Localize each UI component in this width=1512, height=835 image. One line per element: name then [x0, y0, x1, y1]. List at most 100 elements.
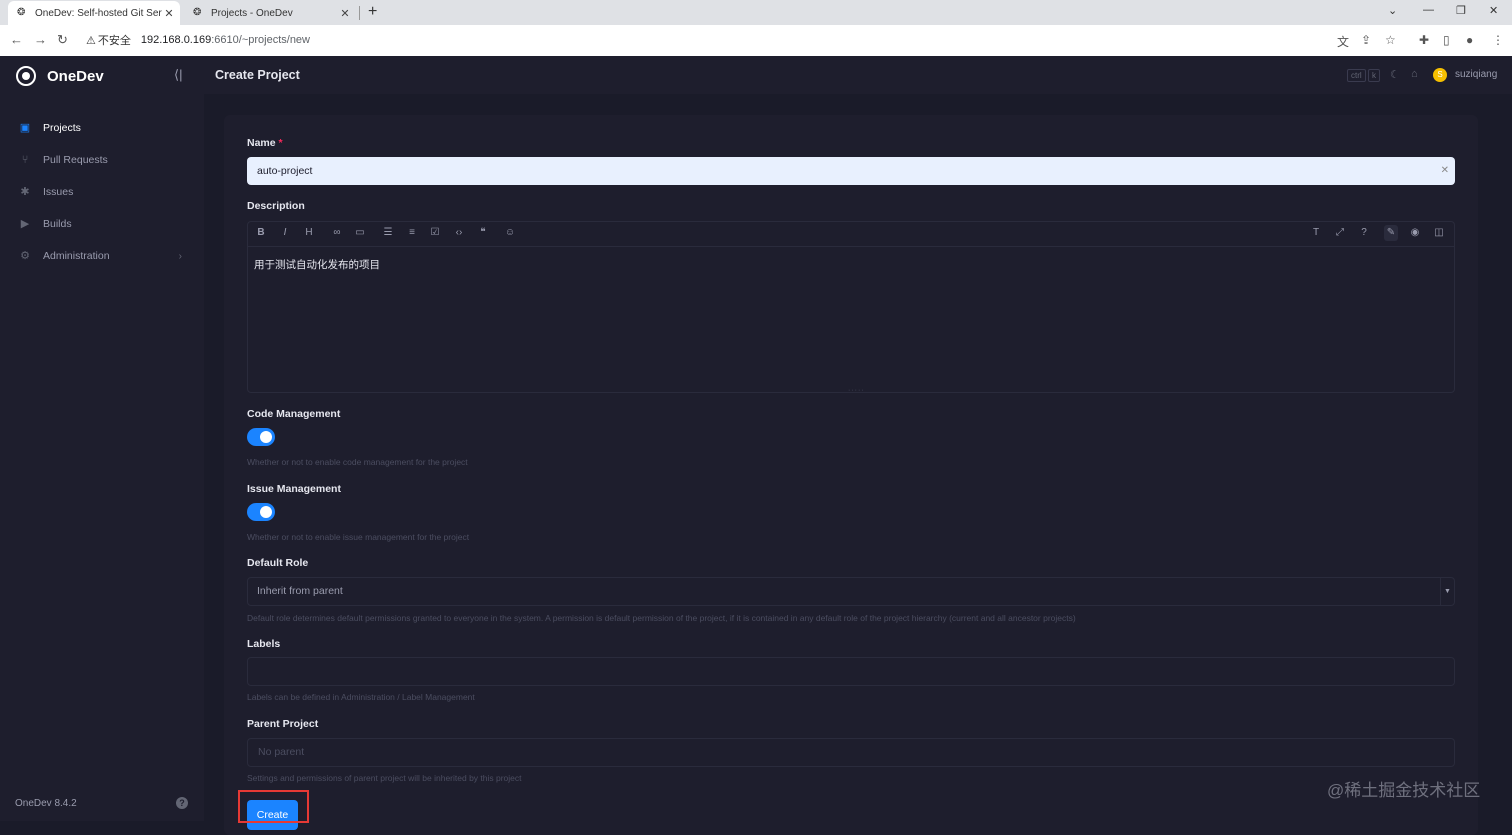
- code-icon[interactable]: ‹›: [452, 227, 466, 238]
- sidebar-item-pull-requests[interactable]: ⑂ Pull Requests: [0, 144, 204, 176]
- parent-project-label: Parent Project: [247, 718, 319, 730]
- side-panel-icon[interactable]: ▯: [1443, 33, 1450, 47]
- required-mark: *: [278, 137, 283, 149]
- labels-input[interactable]: [247, 657, 1455, 686]
- bold-icon[interactable]: B: [254, 227, 268, 238]
- reload-icon[interactable]: ↻: [57, 32, 68, 48]
- browser-tab-projects[interactable]: ❂ Projects - OneDev ✕: [184, 1, 356, 25]
- shortcut-key-k[interactable]: k: [1368, 69, 1380, 82]
- split-view-icon[interactable]: ◫: [1432, 227, 1446, 238]
- fullscreen-icon[interactable]: ⤢: [1333, 227, 1347, 238]
- sidebar-item-label: Builds: [43, 218, 72, 230]
- image-icon[interactable]: ▭: [353, 227, 367, 238]
- bullet-list-icon[interactable]: ☰: [381, 227, 395, 238]
- sidebar-item-label: Projects: [43, 122, 81, 134]
- browser-tab-bar: ❂ OneDev: Self-hosted Git Serve ✕ ❂ Proj…: [0, 0, 1512, 25]
- quote-icon[interactable]: ❝: [476, 227, 490, 238]
- collapse-sidebar-icon[interactable]: ⟨|: [174, 67, 182, 83]
- name-value: auto-project: [257, 165, 313, 177]
- heading-icon[interactable]: H: [302, 227, 316, 238]
- extensions-icon[interactable]: ✚: [1419, 33, 1429, 47]
- sidebar-item-label: Administration: [43, 250, 110, 262]
- description-text: 用于测试自动化发布的项目: [254, 259, 380, 271]
- code-management-hint: Whether or not to enable code management…: [247, 457, 468, 467]
- code-management-label: Code Management: [247, 408, 341, 420]
- window-close-icon[interactable]: ✕: [1489, 4, 1498, 17]
- description-editor[interactable]: B I H ∞ ▭ ☰ ≡ ☑ ‹› ❝ ☺ T ⤢ ? ✎ ◉ ◫ 用于测试自…: [247, 221, 1455, 394]
- gear-icon: ⚙: [20, 250, 30, 262]
- tab-search-icon[interactable]: ⌄: [1388, 4, 1397, 17]
- ordered-list-icon[interactable]: ≡: [405, 227, 419, 238]
- issue-management-label: Issue Management: [247, 483, 341, 495]
- emoji-icon[interactable]: ☺: [503, 227, 517, 238]
- parent-project-input[interactable]: No parent: [247, 738, 1455, 767]
- labels-label: Labels: [247, 638, 281, 650]
- browser-tab-onedev[interactable]: ❂ OneDev: Self-hosted Git Serve ✕: [8, 1, 180, 25]
- security-label: 不安全: [97, 35, 131, 47]
- name-input[interactable]: auto-project ✕: [247, 157, 1455, 185]
- sidebar-item-issues[interactable]: ✱ Issues: [0, 176, 204, 208]
- onedev-logo-icon: [16, 66, 36, 86]
- address-bar: ← → ↻ ⚠ 不安全 192.168.0.169:6610/~projects…: [0, 25, 1512, 57]
- task-list-icon[interactable]: ☑: [428, 227, 442, 238]
- editor-toolbar: B I H ∞ ▭ ☰ ≡ ☑ ‹› ❝ ☺ T ⤢ ? ✎ ◉ ◫: [248, 222, 1454, 247]
- link-icon[interactable]: ∞: [330, 227, 344, 238]
- translate-icon[interactable]: 文: [1337, 33, 1349, 50]
- url-field[interactable]: ⚠ 不安全 192.168.0.169:6610/~projects/new: [80, 29, 1320, 51]
- italic-icon[interactable]: I: [278, 227, 292, 238]
- code-management-toggle[interactable]: [247, 428, 275, 446]
- create-button[interactable]: Create: [247, 800, 298, 830]
- new-tab-icon[interactable]: +: [368, 3, 377, 21]
- preview-icon[interactable]: ◉: [1408, 227, 1422, 238]
- tab-close-icon[interactable]: ✕: [162, 7, 176, 20]
- restore-icon[interactable]: ❐: [1456, 4, 1466, 17]
- username[interactable]: suziqiang: [1455, 69, 1497, 80]
- sidebar: OneDev ⟨| ▣ Projects ⑂ Pull Requests ✱ I…: [0, 56, 204, 821]
- page-title: Create Project: [215, 68, 300, 82]
- tab-label: OneDev: Self-hosted Git Serve: [35, 7, 162, 19]
- version-label: OneDev 8.4.2: [15, 798, 77, 809]
- share-icon[interactable]: ⇪: [1361, 33, 1371, 47]
- minimize-icon[interactable]: —: [1423, 4, 1434, 16]
- sidebar-item-administration[interactable]: ⚙ Administration ›: [0, 240, 204, 272]
- watermark: @稀土掘金技术社区: [1327, 781, 1481, 800]
- default-role-value: Inherit from parent: [257, 585, 343, 597]
- help-icon[interactable]: ?: [1357, 227, 1371, 238]
- shortcut-key-ctrl[interactable]: ctrl: [1347, 69, 1366, 82]
- labels-hint: Labels can be defined in Administration …: [247, 692, 475, 702]
- warning-icon: ⚠: [86, 34, 96, 47]
- description-label: Description: [247, 200, 305, 212]
- default-role-hint: Default role determines default permissi…: [247, 613, 1076, 623]
- forward-icon[interactable]: →: [34, 32, 47, 47]
- chevron-right-icon: ›: [178, 250, 182, 262]
- issue-management-toggle[interactable]: [247, 503, 275, 521]
- text-format-icon[interactable]: T: [1309, 227, 1323, 238]
- back-icon[interactable]: ←: [10, 32, 23, 47]
- build-icon: ▶: [20, 218, 30, 230]
- dark-mode-icon[interactable]: ☾: [1390, 68, 1400, 81]
- caret-down-icon[interactable]: ▼: [1440, 578, 1454, 605]
- profile-icon[interactable]: ●: [1466, 33, 1473, 47]
- onedev-favicon-icon: ❂: [17, 7, 26, 18]
- default-role-select[interactable]: Inherit from parent ▼: [247, 577, 1455, 606]
- brand[interactable]: OneDev: [16, 66, 104, 86]
- tab-label: Projects - OneDev: [211, 7, 293, 19]
- sidebar-item-label: Issues: [43, 186, 74, 198]
- issue-management-hint: Whether or not to enable issue managemen…: [247, 532, 470, 542]
- git-icon[interactable]: ⌂: [1411, 68, 1418, 80]
- tab-close-icon[interactable]: ✕: [338, 7, 352, 20]
- bookmark-star-icon[interactable]: ☆: [1385, 33, 1396, 47]
- sidebar-item-builds[interactable]: ▶ Builds: [0, 208, 204, 240]
- app-header: Create Project ctrl k ☾ ⌂ S suziqiang: [204, 56, 1512, 94]
- help-icon[interactable]: ?: [176, 797, 188, 809]
- sidebar-item-label: Pull Requests: [43, 154, 108, 166]
- tab-divider: [359, 6, 360, 20]
- avatar[interactable]: S: [1433, 68, 1447, 82]
- browser-menu-icon[interactable]: ⋮: [1492, 33, 1504, 47]
- sidebar-item-projects[interactable]: ▣ Projects: [0, 112, 204, 144]
- edit-icon[interactable]: ✎: [1384, 225, 1398, 241]
- clear-icon[interactable]: ✕: [1441, 157, 1449, 185]
- pull-request-icon: ⑂: [21, 154, 29, 166]
- resize-handle[interactable]: ·····: [848, 387, 865, 394]
- url-text: 192.168.0.169:6610/~projects/new: [140, 34, 310, 46]
